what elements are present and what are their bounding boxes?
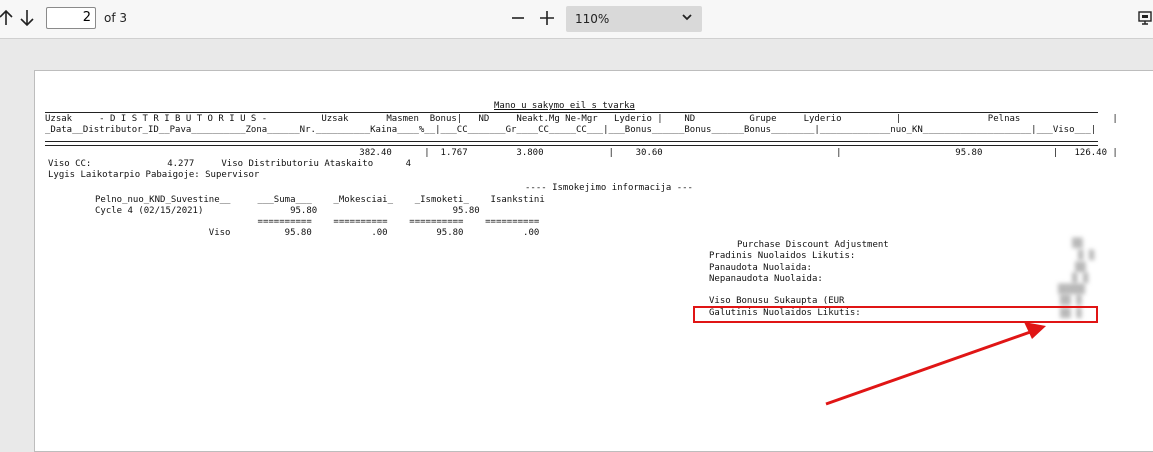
annotation-arrow-icon <box>825 322 1046 406</box>
